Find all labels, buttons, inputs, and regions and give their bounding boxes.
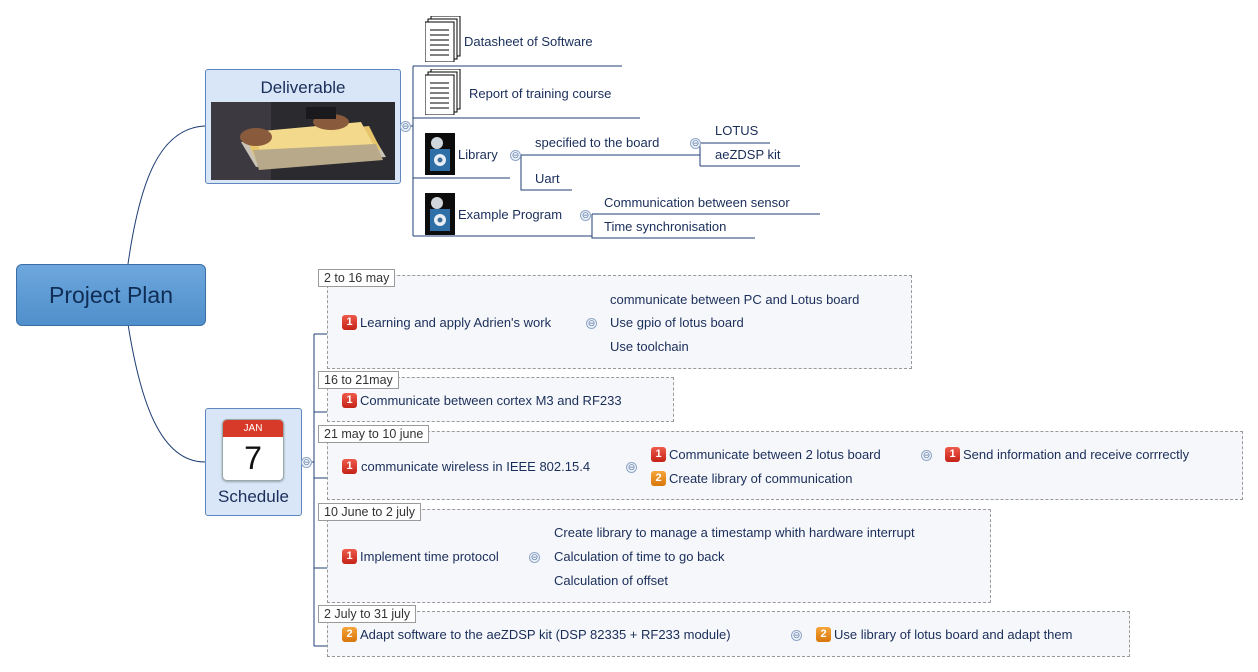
priority-2-icon: 2 bbox=[816, 627, 831, 642]
deliverable-topic[interactable]: Deliverable bbox=[205, 69, 401, 184]
lotus-label[interactable]: LOTUS bbox=[715, 123, 758, 139]
specified-collapse-icon[interactable]: ⊖ bbox=[690, 138, 701, 149]
schedule-topic[interactable]: JAN 7 Schedule bbox=[205, 408, 302, 516]
subtask-label[interactable]: Communicate between 2 lotus board bbox=[669, 447, 881, 463]
datasheet-label[interactable]: Datasheet of Software bbox=[464, 34, 593, 50]
subtask-label[interactable]: Use library of lotus board and adapt the… bbox=[834, 627, 1072, 643]
calendar-day: 7 bbox=[244, 440, 262, 476]
comm-sensor-label[interactable]: Communication between sensor bbox=[604, 195, 790, 211]
schedule-title: Schedule bbox=[218, 487, 289, 506]
boundary-label: 2 July to 31 july bbox=[318, 605, 417, 623]
subtask-label[interactable]: Create library of communication bbox=[669, 471, 853, 487]
toolbox-icon bbox=[425, 133, 455, 175]
central-topic[interactable]: Project Plan bbox=[16, 264, 206, 326]
task-label[interactable]: communicate wireless in IEEE 802.15.4 bbox=[361, 459, 590, 475]
deliverable-collapse-icon[interactable]: ⊖ bbox=[400, 121, 411, 132]
uart-label[interactable]: Uart bbox=[535, 171, 560, 187]
document-icon bbox=[425, 16, 461, 62]
boundary-label: 21 may to 10 june bbox=[318, 425, 430, 443]
task-collapse-icon[interactable]: ⊖ bbox=[529, 552, 540, 563]
subtask-label[interactable]: Use gpio of lotus board bbox=[610, 315, 744, 331]
priority-1-icon: 1 bbox=[342, 393, 357, 408]
documents-photo bbox=[211, 102, 395, 180]
priority-1-icon: 1 bbox=[945, 447, 960, 462]
priority-1-icon: 1 bbox=[342, 315, 357, 330]
subtask-label[interactable]: Calculation of time to go back bbox=[554, 549, 725, 565]
priority-2-icon: 2 bbox=[342, 627, 357, 642]
task-label[interactable]: Learning and apply Adrien's work bbox=[360, 315, 551, 331]
example-collapse-icon[interactable]: ⊖ bbox=[580, 210, 591, 221]
example-label[interactable]: Example Program bbox=[458, 207, 562, 223]
library-label[interactable]: Library bbox=[458, 147, 498, 163]
task-label[interactable]: Adapt software to the aeZDSP kit (DSP 82… bbox=[360, 627, 731, 643]
library-collapse-icon[interactable]: ⊖ bbox=[510, 150, 521, 161]
priority-1-icon: 1 bbox=[342, 459, 357, 474]
task-collapse-icon[interactable]: ⊖ bbox=[791, 630, 802, 641]
priority-1-icon: 1 bbox=[651, 447, 666, 462]
boundary-label: 16 to 21may bbox=[318, 371, 399, 389]
task-label[interactable]: Implement time protocol bbox=[360, 549, 499, 565]
priority-1-icon: 1 bbox=[342, 549, 357, 564]
subtask-label[interactable]: Create library to manage a timestamp whi… bbox=[554, 525, 915, 541]
task-collapse-icon[interactable]: ⊖ bbox=[586, 318, 597, 329]
mindmap-canvas: Project Plan Deliverable ⊖ Datasheet of … bbox=[0, 0, 1258, 672]
priority-2-icon: 2 bbox=[651, 471, 666, 486]
schedule-collapse-icon[interactable]: ⊖ bbox=[301, 457, 312, 468]
boundary-label: 2 to 16 may bbox=[318, 269, 396, 287]
subtask-label[interactable]: Send information and receive corrrectly bbox=[963, 447, 1189, 463]
calendar-month: JAN bbox=[223, 420, 283, 437]
toolbox-icon bbox=[425, 193, 455, 235]
report-label[interactable]: Report of training course bbox=[469, 86, 611, 102]
time-sync-label[interactable]: Time synchronisation bbox=[604, 219, 726, 235]
specified-label[interactable]: specified to the board bbox=[535, 135, 659, 151]
task-label[interactable]: Communicate between cortex M3 and RF233 bbox=[360, 393, 622, 409]
boundary-label: 10 June to 2 july bbox=[318, 503, 422, 521]
deliverable-title: Deliverable bbox=[260, 78, 346, 97]
subtask-label[interactable]: communicate between PC and Lotus board bbox=[610, 292, 859, 308]
aezdsp-label[interactable]: aeZDSP kit bbox=[715, 147, 781, 163]
calendar-icon: JAN 7 bbox=[222, 419, 284, 481]
task-collapse-icon[interactable]: ⊖ bbox=[626, 462, 637, 473]
subtask-label[interactable]: Use toolchain bbox=[610, 339, 689, 355]
subtask-collapse-icon[interactable]: ⊖ bbox=[921, 450, 932, 461]
document-icon bbox=[425, 69, 461, 115]
subtask-label[interactable]: Calculation of offset bbox=[554, 573, 668, 589]
